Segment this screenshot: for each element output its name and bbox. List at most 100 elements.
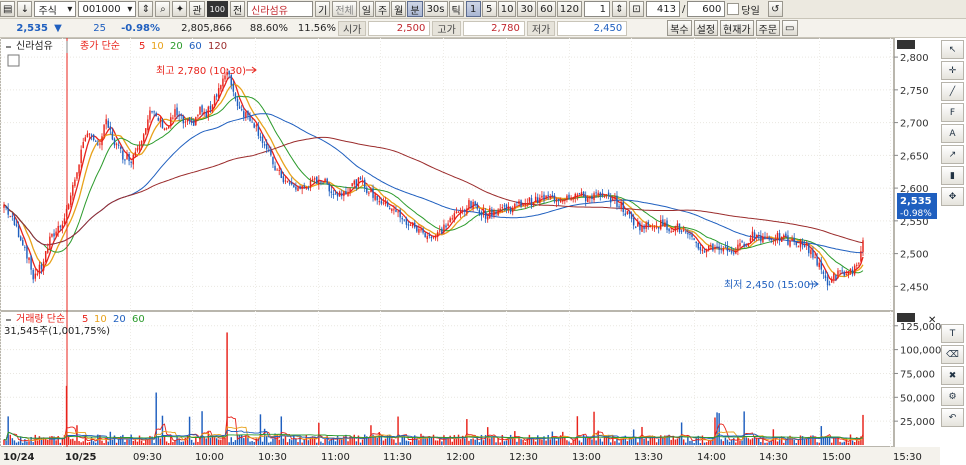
volume-bar	[220, 439, 222, 445]
candle-type-icon[interactable]: ▮	[941, 166, 964, 185]
volume-bar	[268, 442, 270, 445]
volume-bar	[687, 436, 689, 445]
candle-body	[153, 111, 155, 113]
volume-bar	[138, 435, 141, 445]
volume-bar	[695, 437, 697, 445]
gi-button[interactable]: 기	[315, 1, 331, 17]
price-legend-ma-60: 60	[189, 41, 202, 52]
tab-period-3[interactable]: 분	[407, 1, 423, 17]
tab-minute-5[interactable]: 120	[556, 1, 582, 17]
crosshair-icon[interactable]: ✛	[941, 61, 964, 80]
jeon-button[interactable]: 전	[229, 1, 246, 17]
volume-panel-handle-icon	[6, 319, 11, 321]
chart-canvas[interactable]: 2,8002,7502,7002,6502,6002,5502,5002,450…	[0, 38, 966, 465]
chart-area[interactable]: 2,800 2,750 2,700 2,650 2,600 2,550 2,500 2,450…	[0, 38, 966, 465]
panel-handle-icon	[6, 46, 11, 48]
volume-bar	[768, 442, 770, 445]
candle-body	[739, 243, 741, 247]
text-tool-icon[interactable]: T	[941, 324, 964, 343]
cursor-icon[interactable]: ↖	[941, 40, 964, 59]
volume-bar	[682, 439, 685, 445]
candle-body	[672, 230, 674, 232]
candle-body	[716, 246, 718, 248]
candle-body	[566, 195, 568, 200]
candle-body	[328, 183, 330, 192]
candle-body	[480, 212, 483, 216]
candle-body	[472, 201, 474, 209]
candle-body	[265, 144, 268, 150]
candle-body	[332, 193, 335, 195]
volume-bar	[828, 436, 831, 445]
volume-bar	[830, 442, 833, 445]
panel-toggle-icon[interactable]: ▭	[782, 20, 798, 36]
undo-icon[interactable]: ↶	[941, 408, 964, 427]
window-menu-icon[interactable]: ▤	[0, 1, 16, 17]
candle-body	[810, 249, 812, 255]
quote-button-2[interactable]: 현재가	[720, 20, 754, 36]
candle-body	[624, 213, 627, 216]
tab-period-2[interactable]: 월	[391, 1, 407, 17]
gwan-button[interactable]: 관	[189, 1, 205, 17]
candle-body	[284, 180, 287, 182]
candle-body	[190, 120, 193, 123]
stock-name-field[interactable]: 신라섬유	[247, 1, 314, 17]
volume-bar	[451, 441, 453, 445]
tab-minute-3[interactable]: 30	[517, 1, 537, 17]
market-type-select[interactable]: 주식 ▾	[34, 1, 77, 17]
tab-minute-1[interactable]: 5	[481, 1, 497, 17]
auto-icon[interactable]: A	[941, 124, 964, 143]
search-icon[interactable]: ⌕	[155, 1, 171, 17]
refresh-icon[interactable]: ↺	[767, 1, 783, 17]
move-icon[interactable]: ✥	[941, 187, 964, 206]
candle-body	[816, 256, 818, 266]
candle-body	[11, 215, 14, 217]
volume-tick-label: 50,000	[900, 393, 935, 404]
candle-body	[247, 110, 249, 116]
candle-body	[251, 121, 253, 123]
arrow-tool-icon[interactable]: ↗	[941, 145, 964, 164]
today-checkbox[interactable]	[727, 3, 740, 15]
volume-bar	[399, 442, 401, 445]
tab-minute-4[interactable]: 60	[537, 1, 556, 17]
candle-body	[728, 250, 731, 252]
tab-period-5[interactable]: 틱	[448, 1, 464, 17]
candle-body	[272, 156, 274, 165]
step-stepper-icon[interactable]: ⇕	[612, 1, 627, 17]
volume-bar	[69, 439, 72, 445]
tab-period-0[interactable]: 일	[358, 1, 374, 17]
volume-bar	[82, 441, 84, 445]
volume-bar	[751, 438, 754, 445]
tab-minute-2[interactable]: 10	[497, 1, 517, 17]
step-input[interactable]: 1	[584, 1, 610, 17]
candle-body	[830, 278, 833, 283]
erase-icon[interactable]: ⌫	[941, 345, 964, 364]
quote-button-0[interactable]: 복수	[667, 20, 692, 36]
volume-bar	[136, 441, 139, 445]
quote-button-1[interactable]: 설정	[693, 20, 719, 36]
all-button[interactable]: 전체	[332, 1, 357, 17]
volume-bar	[557, 438, 560, 445]
favorite-icon[interactable]: ✦	[172, 1, 188, 17]
tab-minute-0[interactable]: 1	[465, 1, 481, 17]
candle-body	[543, 194, 545, 200]
volume-bar	[714, 417, 716, 445]
fibonacci-icon[interactable]: Ϝ	[941, 103, 964, 122]
chart-badge[interactable]: 100	[206, 1, 228, 17]
delete-all-icon[interactable]: ✖	[941, 366, 964, 385]
trendline-icon[interactable]: ╱	[941, 82, 964, 101]
candle-body	[632, 217, 635, 226]
candle-body	[157, 118, 160, 121]
candle-body	[128, 153, 130, 162]
settings-icon[interactable]: ⚙	[941, 387, 964, 406]
quote-button-3[interactable]: 주문	[755, 20, 781, 36]
stepper-icon[interactable]: ⇕	[138, 1, 154, 17]
stock-code-input[interactable]: 001000 ▾	[78, 1, 137, 17]
count-input[interactable]: 413	[646, 1, 680, 17]
tab-period-4[interactable]: 30s	[423, 1, 448, 17]
price-tick-label: 2,750	[900, 86, 929, 97]
low-label: 저가	[526, 20, 556, 36]
lock-icon[interactable]: ⊡	[629, 1, 644, 17]
sort-icon[interactable]: ↓	[17, 1, 33, 17]
tab-period-1[interactable]: 주	[374, 1, 391, 17]
candle-body	[680, 230, 683, 232]
